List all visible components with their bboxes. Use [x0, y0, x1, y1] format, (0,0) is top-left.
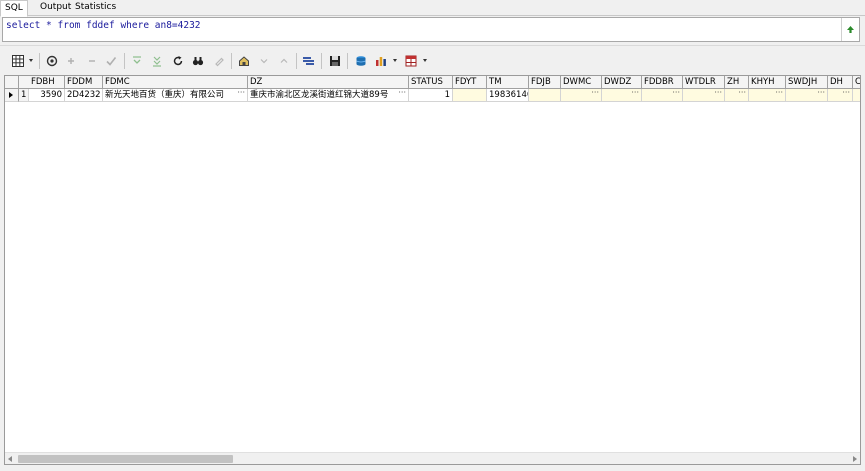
column-header[interactable]: STATUS — [409, 76, 453, 89]
db-icon[interactable] — [354, 54, 368, 68]
sql-keyword-where: where — [120, 20, 150, 31]
delete-icon[interactable] — [85, 54, 99, 68]
result-grid[interactable]: FDBH FDDM FDMC DZ STATUS FDYT TM FDJB DW… — [4, 75, 861, 465]
cell-c[interactable] — [853, 89, 860, 102]
column-header[interactable]: SWDJH — [786, 76, 828, 89]
export-dropdown-arrow[interactable] — [423, 59, 427, 62]
separator — [296, 53, 297, 69]
save-icon[interactable] — [328, 54, 342, 68]
scrollbar-thumb[interactable] — [18, 455, 233, 463]
column-header[interactable]: TM — [487, 76, 529, 89]
cell-fdyt[interactable] — [453, 89, 487, 102]
separator — [347, 53, 348, 69]
cell-swdjh[interactable]: ··· — [786, 89, 828, 102]
ellipsis-button[interactable]: ··· — [817, 89, 825, 99]
column-header[interactable]: FDYT — [453, 76, 487, 89]
column-header[interactable]: FDDM — [65, 76, 103, 89]
sql-condition: an8=4232 — [149, 20, 201, 31]
row-indicator[interactable] — [5, 89, 19, 102]
home-icon[interactable] — [237, 54, 251, 68]
filter-icon[interactable] — [45, 54, 59, 68]
scroll-right-icon[interactable] — [853, 456, 857, 462]
separator — [231, 53, 232, 69]
cell-zh[interactable]: ··· — [725, 89, 749, 102]
cell-status[interactable]: 1 — [409, 89, 453, 102]
ellipsis-button[interactable]: ··· — [714, 89, 722, 99]
column-header[interactable]: FDBH — [29, 76, 65, 89]
ellipsis-button[interactable]: ··· — [237, 89, 245, 99]
cell-fddbr[interactable]: ··· — [642, 89, 683, 102]
sort-icon[interactable] — [301, 54, 315, 68]
add-icon[interactable] — [64, 54, 78, 68]
current-row-arrow-icon — [9, 92, 13, 98]
column-header[interactable]: WTDLR — [683, 76, 725, 89]
execute-button[interactable] — [841, 18, 859, 41]
tab-bar: SQL Output Statistics — [0, 0, 865, 17]
sql-editor[interactable]: select * from fddef where an8=4232 — [2, 17, 860, 42]
ellipsis-button[interactable]: ··· — [672, 89, 680, 99]
sql-text[interactable]: select * from fddef where an8=4232 — [6, 20, 201, 31]
table-row[interactable]: 1 3590 2D4232 新光天地百货（重庆）有限公司 ··· 重庆市渝北区龙溪… — [5, 89, 860, 102]
cell-dz-text: 重庆市渝北区龙溪街道红锦大道89号 — [250, 90, 389, 100]
ellipsis-button[interactable]: ··· — [775, 89, 783, 99]
cell-dwdz[interactable]: ··· — [602, 89, 642, 102]
sql-table: fddef — [80, 20, 121, 31]
tab-sql[interactable]: SQL — [0, 0, 28, 17]
ellipsis-button[interactable]: ··· — [398, 89, 406, 99]
sql-keyword-from: from — [57, 20, 81, 31]
refresh-icon[interactable] — [171, 54, 185, 68]
export-icon[interactable] — [404, 54, 418, 68]
tab-output[interactable]: Output — [36, 0, 75, 16]
grid-toolbar — [0, 45, 865, 75]
chart-icon[interactable] — [374, 54, 388, 68]
arrow-up-icon — [847, 26, 854, 33]
cell-tm[interactable]: 19836146 — [487, 89, 529, 102]
cell-dh[interactable]: ··· — [828, 89, 853, 102]
grid-dropdown-arrow[interactable] — [29, 59, 33, 62]
column-header[interactable]: DH — [828, 76, 853, 89]
tab-statistics[interactable]: Statistics — [71, 0, 120, 16]
sql-star: * — [40, 20, 58, 31]
separator — [39, 53, 40, 69]
column-header[interactable]: DWDZ — [602, 76, 642, 89]
cell-khyh[interactable]: ··· — [749, 89, 786, 102]
cell-fdjb[interactable] — [529, 89, 561, 102]
cell-wtdlr[interactable]: ··· — [683, 89, 725, 102]
last-icon[interactable] — [150, 54, 164, 68]
find-icon[interactable] — [191, 54, 205, 68]
column-header[interactable]: DZ — [248, 76, 409, 89]
cell-dz[interactable]: 重庆市渝北区龙溪街道红锦大道89号 ··· — [248, 89, 409, 102]
column-header[interactable]: ZH — [725, 76, 749, 89]
first-icon[interactable] — [130, 54, 144, 68]
separator — [321, 53, 322, 69]
sql-keyword-select: select — [6, 20, 41, 31]
cell-dwmc[interactable]: ··· — [561, 89, 602, 102]
separator — [124, 53, 125, 69]
column-header[interactable]: FDJB — [529, 76, 561, 89]
clear-icon[interactable] — [212, 54, 226, 68]
post-icon[interactable] — [104, 54, 118, 68]
cell-fdmc-text: 新光天地百货（重庆）有限公司 — [105, 90, 225, 100]
horizontal-scrollbar[interactable] — [5, 452, 860, 464]
scroll-left-icon[interactable] — [8, 456, 12, 462]
ellipsis-button[interactable]: ··· — [738, 89, 746, 99]
chart-dropdown-arrow[interactable] — [393, 59, 397, 62]
column-header[interactable]: KHYH — [749, 76, 786, 89]
cell-fddm[interactable]: 2D4232 — [65, 89, 103, 102]
ellipsis-button[interactable]: ··· — [842, 89, 850, 99]
cell-fdbh[interactable]: 3590 — [29, 89, 65, 102]
next-icon[interactable] — [277, 54, 291, 68]
ellipsis-button[interactable]: ··· — [631, 89, 639, 99]
header-corner — [5, 76, 19, 89]
column-header[interactable]: C — [853, 76, 860, 89]
prev-icon[interactable] — [257, 54, 271, 68]
grid-icon[interactable] — [11, 54, 25, 68]
grid-header: FDBH FDDM FDMC DZ STATUS FDYT TM FDJB DW… — [5, 76, 860, 89]
column-header[interactable]: FDDBR — [642, 76, 683, 89]
cell-fdmc[interactable]: 新光天地百货（重庆）有限公司 ··· — [103, 89, 248, 102]
row-number: 1 — [19, 89, 29, 102]
column-header[interactable]: DWMC — [561, 76, 602, 89]
ellipsis-button[interactable]: ··· — [591, 89, 599, 99]
column-header[interactable]: FDMC — [103, 76, 248, 89]
